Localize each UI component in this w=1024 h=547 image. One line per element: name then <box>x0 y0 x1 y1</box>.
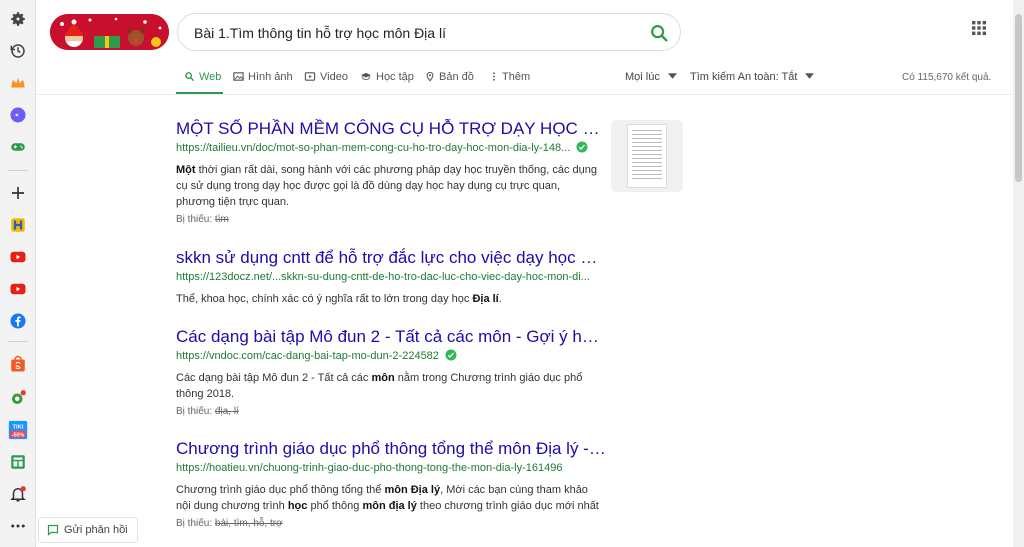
verified-check-icon <box>445 349 457 361</box>
tab-images[interactable]: Hình ảnh <box>233 62 293 94</box>
facebook-icon[interactable] <box>6 309 30 333</box>
tab-label: Bản đồ <box>439 71 474 83</box>
header-divider <box>36 94 1013 95</box>
result-title-link[interactable]: skkn sử dụng cntt để hỗ trợ đắc lực cho … <box>176 248 606 268</box>
game-controller-icon[interactable] <box>6 135 30 159</box>
search-button[interactable] <box>648 22 670 44</box>
result-url-text: https://tailieu.vn/doc/mot-so-phan-mem-c… <box>176 142 571 154</box>
result-snippet: Thể, khoa học, chính xác có ý nghĩa rất … <box>176 293 502 305</box>
more-dots-icon[interactable] <box>6 514 30 538</box>
tab-more[interactable]: Thêm <box>490 62 530 94</box>
more-dots-icon <box>493 72 495 81</box>
graduation-cap-icon <box>360 72 372 80</box>
search-result: Các dạng bài tập Mô đun 2 - Tất cả các m… <box>176 327 606 419</box>
tab-label: Hình ảnh <box>248 71 293 83</box>
tiki-icon[interactable]: TIKI -50% <box>6 418 30 442</box>
apps-grid-icon <box>972 21 986 35</box>
time-filter-label: Mọi lúc <box>625 71 660 83</box>
messenger-icon[interactable] <box>6 103 30 127</box>
settings-gear-icon[interactable] <box>6 7 30 31</box>
result-snippet: Các dạng bài tập Mô đun 2 - Tất cả các m… <box>176 372 583 400</box>
document-page-preview <box>627 124 667 188</box>
result-url[interactable]: https://tailieu.vn/doc/mot-so-phan-mem-c… <box>176 140 606 156</box>
safe-search-label: Tìm kiếm An toàn: Tắt <box>690 71 798 83</box>
app-h-icon[interactable] <box>6 213 30 237</box>
notification-bell-icon[interactable] <box>6 482 30 506</box>
caret-down-icon <box>805 73 815 79</box>
feedback-icon <box>47 524 59 536</box>
history-icon[interactable] <box>6 39 30 63</box>
tab-study[interactable]: Học tập <box>360 62 414 94</box>
result-url[interactable]: https://hoatieu.vn/chuong-trinh-giao-duc… <box>176 460 606 476</box>
result-title-link[interactable]: MỘT SỐ PHẦN MỀM CÔNG CỤ HỖ TRỢ DẠY HỌC M… <box>176 119 606 139</box>
feedback-button[interactable]: Gửi phản hồi <box>38 517 138 543</box>
result-snippet: Một thời gian rất dài, song hành với các… <box>176 164 597 208</box>
result-url[interactable]: https://vndoc.com/cac-dang-bai-tap-mo-du… <box>176 348 606 364</box>
search-input[interactable] <box>194 23 634 43</box>
feedback-label: Gửi phản hồi <box>64 524 128 536</box>
svg-text:-50%: -50% <box>12 432 25 438</box>
add-icon[interactable] <box>6 181 30 205</box>
scrollbar-thumb[interactable] <box>1015 14 1022 182</box>
search-result: MỘT SỐ PHẦN MỀM CÔNG CỤ HỖ TRỢ DẠY HỌC M… <box>176 119 606 227</box>
result-title-link[interactable]: Chương trình giáo dục phổ thông tổng thể… <box>176 439 606 459</box>
youtube-icon[interactable] <box>6 277 30 301</box>
chat-bubble-notification-icon[interactable] <box>6 386 30 410</box>
caret-down-icon <box>667 73 677 79</box>
tab-label: Web <box>199 71 222 83</box>
result-url-text: https://vndoc.com/cac-dang-bai-tap-mo-du… <box>176 350 439 362</box>
search-result: Chương trình giáo dục phổ thông tổng thể… <box>176 439 606 531</box>
tab-maps[interactable]: Bản đồ <box>425 62 474 94</box>
result-missing-terms: Bị thiếu: tìm <box>176 214 229 225</box>
result-snippet: Chương trình giáo dục phổ thông tổng thể… <box>176 484 599 512</box>
image-icon <box>233 72 244 81</box>
tab-label: Học tập <box>376 71 414 83</box>
map-pin-icon <box>426 71 434 82</box>
svg-text:TIKI: TIKI <box>12 424 23 430</box>
shopee-icon[interactable] <box>6 352 30 376</box>
sidebar-divider <box>8 341 28 342</box>
search-icon <box>651 25 668 42</box>
result-url[interactable]: https://123docz.net/...skkn-su-dung-cntt… <box>176 269 606 285</box>
time-filter-dropdown[interactable]: Mọi lúc <box>625 71 677 83</box>
search-result: skkn sử dụng cntt để hỗ trợ đắc lực cho … <box>176 248 606 307</box>
video-icon <box>304 72 316 81</box>
search-icon <box>185 72 195 82</box>
result-missing-terms: Bị thiếu: địa, lí <box>176 406 239 417</box>
extension-sidebar: TIKI -50% <box>0 0 36 547</box>
tab-video[interactable]: Video <box>304 62 348 94</box>
crown-icon[interactable] <box>6 71 30 95</box>
result-thumbnail[interactable] <box>611 120 683 192</box>
youtube-icon[interactable] <box>6 245 30 269</box>
result-missing-terms: Bị thiếu: bài, tìm, hỗ, trợ <box>176 518 283 529</box>
spreadsheet-icon[interactable] <box>6 450 30 474</box>
apps-grid-button[interactable] <box>971 20 987 36</box>
tab-label: Thêm <box>502 71 531 83</box>
verified-check-icon <box>576 141 588 153</box>
browser-page: TIKI -50% Bài 1.Tìm thông tin hỗ trợ học… <box>0 0 1024 547</box>
tab-label: Video <box>320 71 348 83</box>
sidebar-divider <box>8 170 28 171</box>
search-box <box>177 13 681 51</box>
tab-web[interactable]: Web <box>176 62 223 94</box>
result-count: Có 115,670 kết quả. <box>902 72 992 83</box>
safe-search-dropdown[interactable]: Tìm kiếm An toàn: Tắt <box>690 71 815 83</box>
holiday-logo[interactable] <box>50 14 169 50</box>
page-scrollbar[interactable] <box>1013 0 1024 547</box>
result-title-link[interactable]: Các dạng bài tập Mô đun 2 - Tất cả các m… <box>176 327 606 347</box>
